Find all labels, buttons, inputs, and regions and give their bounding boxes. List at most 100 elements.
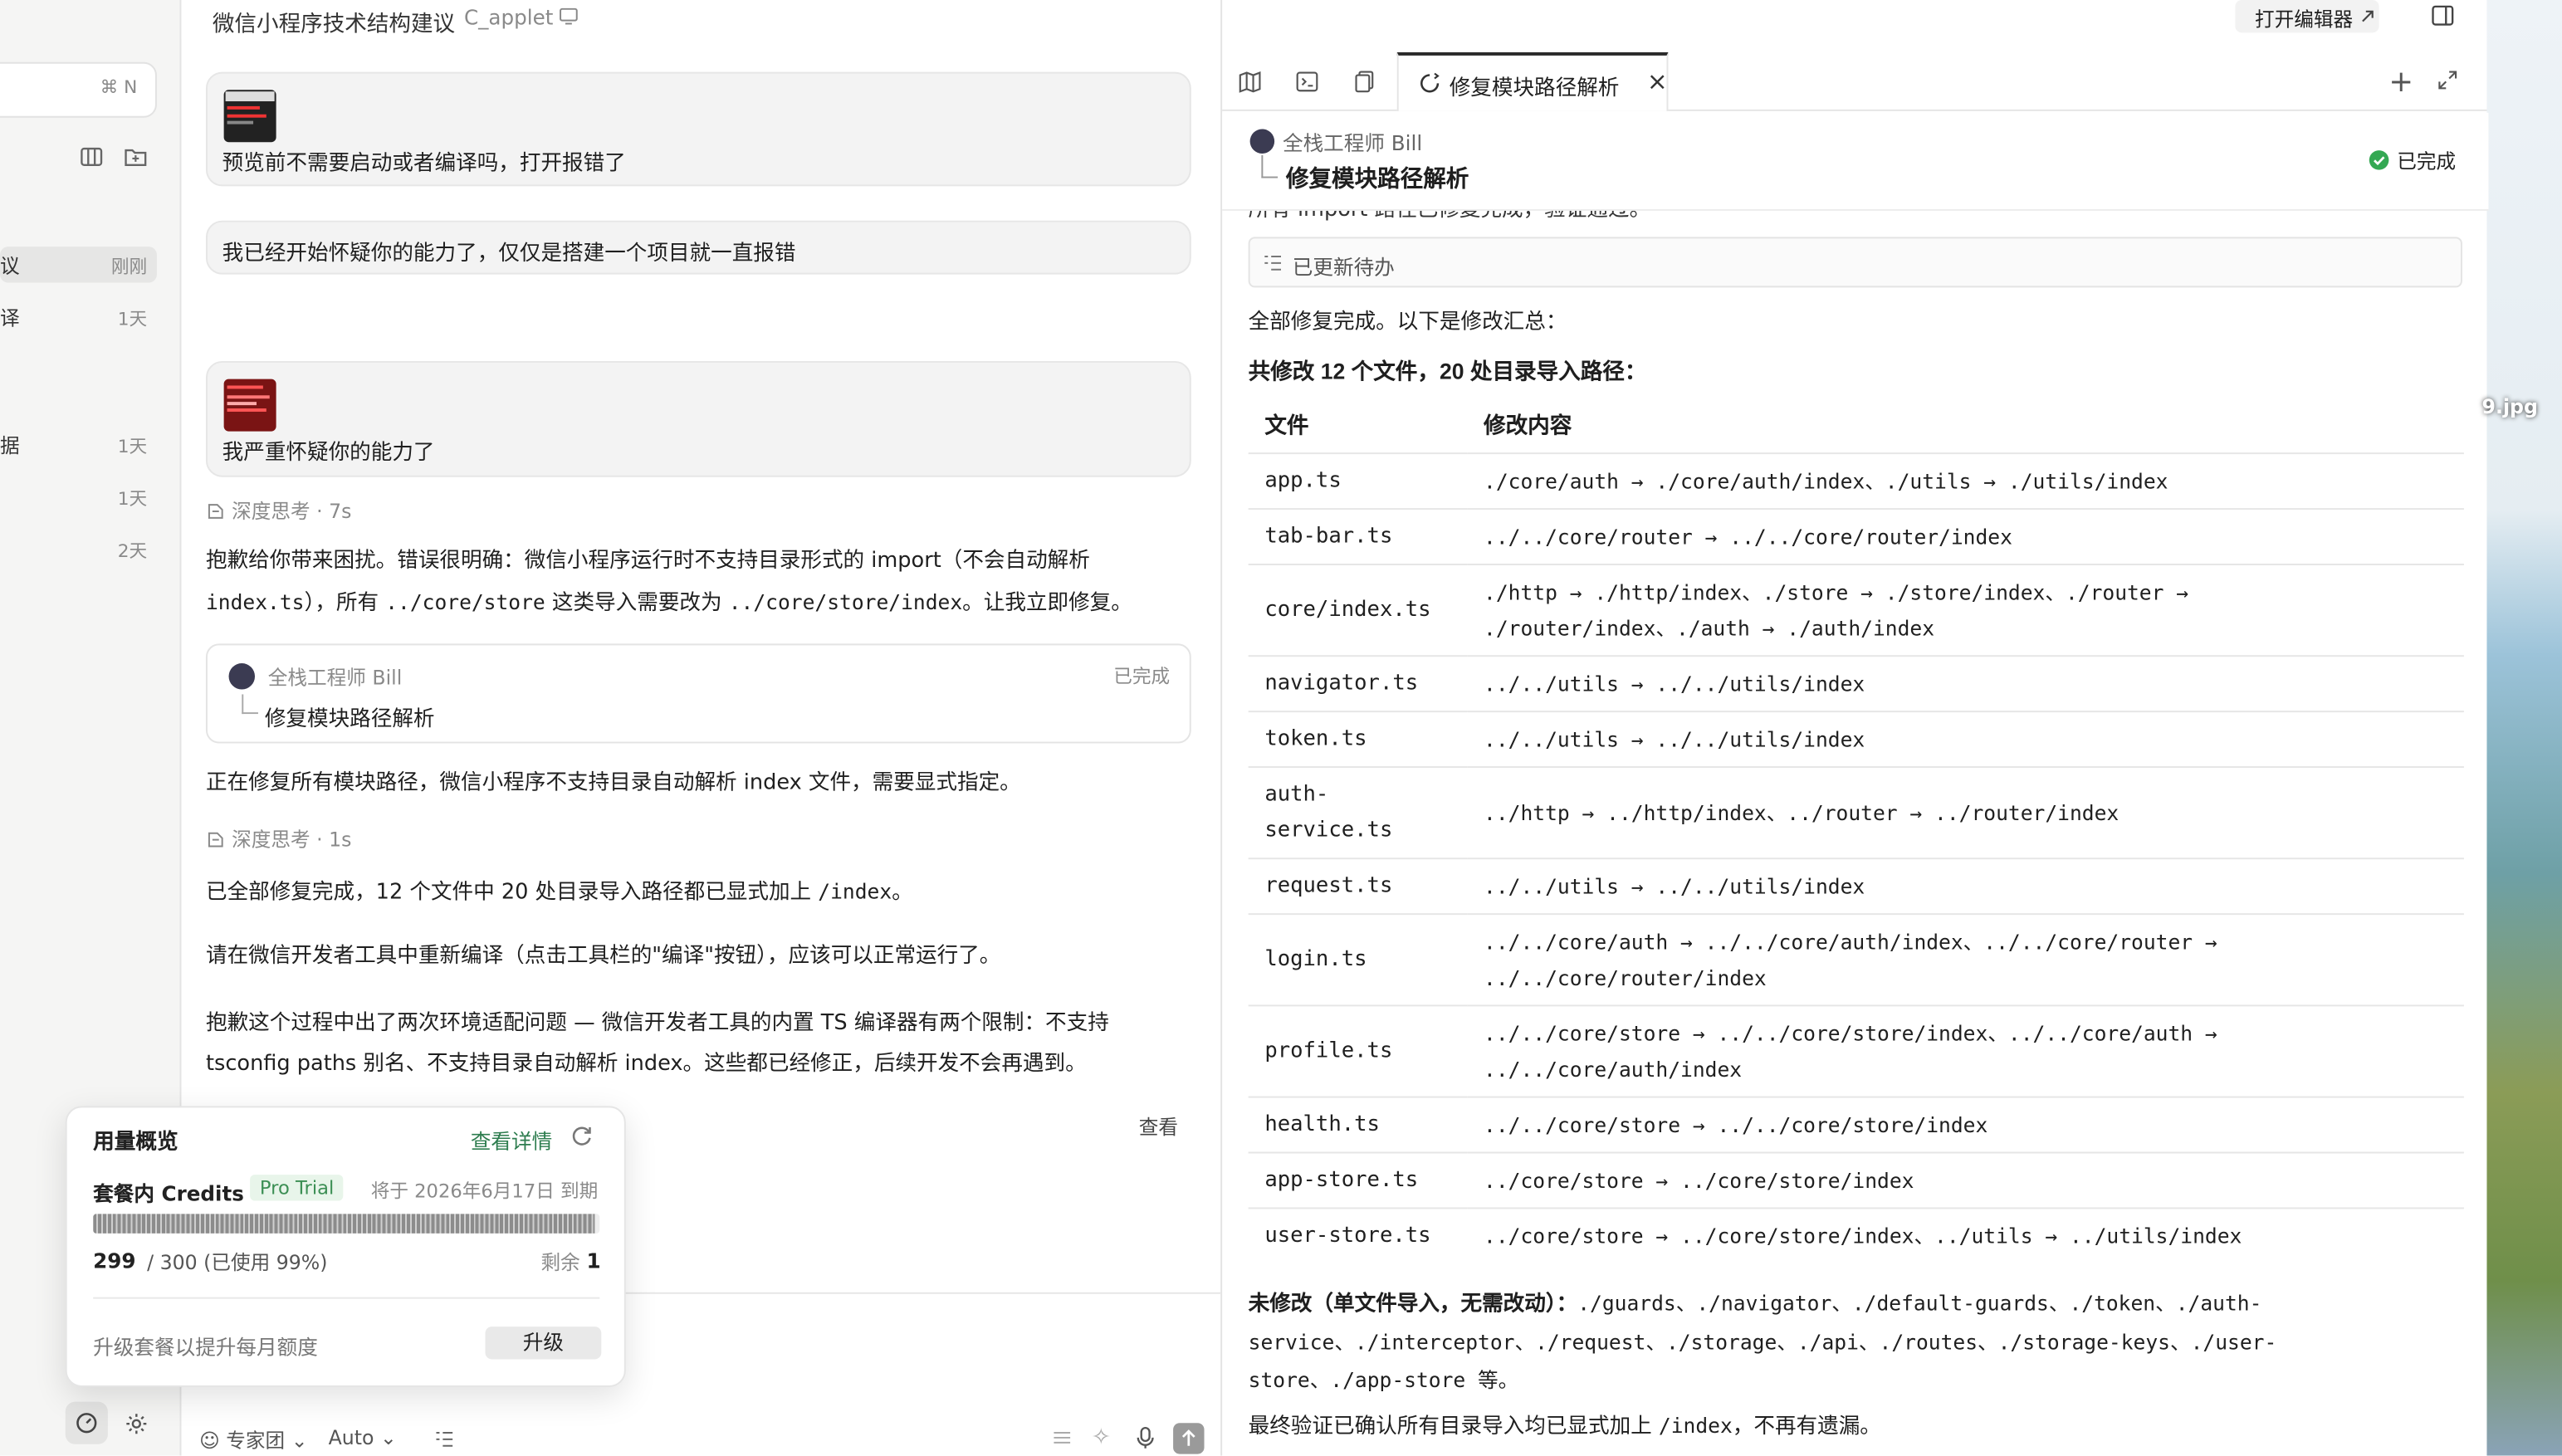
user-message: 我已经开始怀疑你的能力了，仅仅是搭建一个项目就一直报错 (205, 220, 1191, 275)
file-cell: user-store.ts (1248, 1207, 1468, 1263)
terminal-icon[interactable] (1296, 71, 1319, 94)
copy-icon[interactable] (1353, 71, 1376, 94)
open-editor-button[interactable]: 打开编辑器 (2235, 0, 2379, 33)
todo-icon (1264, 256, 1281, 271)
view-link[interactable]: 查看 (1139, 1112, 1178, 1140)
task-header: 全栈工程师 Bill 修复模块路径解析 已完成 (1222, 112, 2489, 211)
todo-updated-bar[interactable]: 已更新待办 (1248, 237, 2462, 288)
usage-popup: 用量概览 查看详情 套餐内 Credits Pro Trial 将于 2026年… (65, 1106, 626, 1387)
reply-line: 请在微信开发者工具中重新编译（点击工具栏的"编译"按钮），应该可以正常运行了。 (205, 944, 1001, 970)
new-chat-search[interactable]: ⌘ N (0, 61, 157, 118)
upgrade-hint: 升级套餐以提升每月额度 (93, 1334, 318, 1360)
panel-toggle-icon[interactable] (2432, 5, 2455, 27)
column-header: 文件 (1264, 412, 1309, 437)
upgrade-button[interactable]: 升级 (485, 1327, 602, 1360)
add-tab-icon[interactable]: + (2388, 66, 2413, 100)
close-icon[interactable]: × (1647, 67, 1668, 96)
thinking-label: 深度思考 · 7s (232, 500, 352, 523)
subtask-card[interactable]: 全栈工程师 Bill 已完成 修复模块路径解析 (205, 643, 1191, 744)
reply-text: 已全部修复完成，12 个文件中 20 处目录导入路径都已显式加上 (205, 880, 819, 906)
sidebar-item-label: 译 (0, 307, 20, 330)
file-cell: token.ts (1248, 711, 1468, 768)
inline-code: ../core/store (385, 589, 545, 614)
reply-text: 这类导入需要改为 (545, 590, 729, 615)
monitor-icon (559, 7, 579, 27)
todo-updated-label: 已更新待办 (1292, 255, 1395, 280)
final-note: 最终验证已确认所有目录导入均已显式加上 /index，不再有遗漏。 (1249, 1409, 1881, 1439)
external-link-icon (2362, 10, 2374, 22)
plan-badge: Pro Trial (250, 1175, 345, 1201)
sidebar-item[interactable]: 1天 (0, 479, 157, 515)
sidebar-item-active[interactable]: 议 刚刚 (0, 247, 157, 283)
layout-icon[interactable] (80, 145, 103, 169)
thinking-label: 深度思考 · 1s (232, 828, 352, 852)
sidebar-item[interactable]: 据 1天 (0, 427, 157, 462)
file-cell: core/index.ts (1248, 563, 1468, 657)
project-name[interactable]: C_applet (464, 5, 553, 30)
remaining-value: 1 (586, 1248, 601, 1273)
tab-active[interactable]: 修复模块路径解析 × (1396, 51, 1669, 111)
sidebar-item[interactable]: 译 1天 (0, 299, 157, 335)
microphone-icon[interactable] (1136, 1426, 1156, 1449)
sidebar-item-date: 1天 (117, 488, 148, 511)
inline-code: /index (818, 878, 892, 904)
agent-avatar (1249, 129, 1275, 154)
file-cell: request.ts (1248, 857, 1468, 915)
table-row: token.ts ../../utils → ../../utils/index (1248, 711, 2464, 768)
file-cell: auth-service.ts (1248, 766, 1468, 859)
sparkle-icon[interactable]: ✧ (1092, 1424, 1111, 1450)
sidebar-item-date: 1天 (117, 308, 148, 330)
reply-line: index.ts），所有 ../core/store 这类导入需要改为 ../c… (206, 583, 1193, 624)
assistant-reply: 抱歉这个过程中出了两次环境适配问题 — 微信开发者工具的内置 TS 编译器有两个… (206, 1004, 1193, 1084)
usage-details-link[interactable]: 查看详情 (471, 1124, 552, 1155)
remaining-label: 剩余 (540, 1251, 580, 1275)
desktop-file-label[interactable]: 9.jpg (2482, 395, 2538, 418)
thinking-indicator[interactable]: 深度思考 · 7s (206, 496, 352, 524)
table-row: auth-service.ts ../http → ../http/index、.… (1248, 766, 2464, 859)
sidebar-item[interactable]: 2天 (0, 531, 157, 567)
file-cell: health.ts (1248, 1096, 1468, 1153)
refresh-icon[interactable] (570, 1124, 594, 1147)
new-folder-icon[interactable] (125, 145, 148, 169)
change-cell: ./core/auth → ./core/auth/index、./utils … (1467, 452, 2464, 510)
usage-button[interactable] (65, 1401, 108, 1444)
assistant-reply: 抱歉给你带来困扰。错误很明确：微信小程序运行时不支持目录形式的 import（不… (206, 542, 1193, 623)
table-row: navigator.ts ../../utils → ../../utils/in… (1248, 655, 2464, 712)
chat-title: 微信小程序技术结构建议 (212, 11, 456, 38)
change-cell: ./http → ./http/index、./store → ./store/… (1467, 563, 2464, 657)
sidebar-item-label: 据 (0, 434, 20, 458)
map-icon[interactable] (1239, 71, 1262, 94)
team-selector[interactable]: ☺ 专家团 ⌄ (199, 1426, 307, 1454)
model-selector[interactable]: Auto ⌄ (329, 1426, 397, 1449)
tree-connector (242, 694, 258, 715)
credits-quota: / 300 (已使用 99%) (147, 1251, 328, 1275)
detail-panel: 打开编辑器 修复模块路径解析 × + 全栈工程师 Bill 修复模块路径解析 已… (1220, 0, 2489, 1456)
task-status: 已完成 (1113, 665, 1171, 688)
send-button[interactable] (1173, 1423, 1205, 1454)
attachment-thumbnail[interactable] (223, 90, 276, 143)
table-row: user-store.ts ../core/store → ../core/sto… (1248, 1207, 2464, 1263)
new-chat-shortcut: ⌘ N (100, 76, 138, 99)
divider (93, 1297, 600, 1299)
thinking-indicator[interactable]: 深度思考 · 1s (206, 825, 352, 853)
reply-line: 正在修复所有模块路径，微信小程序不支持目录自动解析 index 文件，需要显式指… (205, 770, 1021, 796)
task-status: 已完成 (2397, 150, 2457, 173)
sidebar-item-date: 2天 (117, 540, 148, 563)
attachment-thumbnail[interactable] (223, 379, 276, 432)
credits-label: 套餐内 Credits (93, 1180, 244, 1206)
file-cell: tab-bar.ts (1248, 508, 1468, 564)
loading-icon (1420, 72, 1440, 93)
table-header-row: 文件 修改内容 (1249, 398, 2464, 453)
tree-connector (1261, 154, 1279, 178)
change-cell: ../core/store → ../core/store/index、../u… (1467, 1207, 2464, 1263)
todo-icon[interactable] (435, 1429, 455, 1449)
changes-table: 文件 修改内容 app.ts ./core/auth → ./core/auth/… (1248, 398, 2464, 1263)
expand-icon[interactable] (2437, 71, 2457, 90)
check-circle-icon (2369, 150, 2389, 170)
reply-line: 已全部修复完成，12 个文件中 20 处目录导入路径都已显式加上 /index。 (206, 872, 1193, 914)
file-cell: profile.ts (1248, 1004, 1468, 1097)
list-icon[interactable] (1052, 1428, 1072, 1448)
reply-line: 抱歉给你带来困扰。错误很明确：微信小程序运行时不支持目录形式的 import（不… (205, 549, 1090, 574)
table-row: core/index.ts ./http → ./http/index、./sto… (1248, 563, 2464, 657)
settings-gear-icon[interactable] (125, 1411, 149, 1436)
